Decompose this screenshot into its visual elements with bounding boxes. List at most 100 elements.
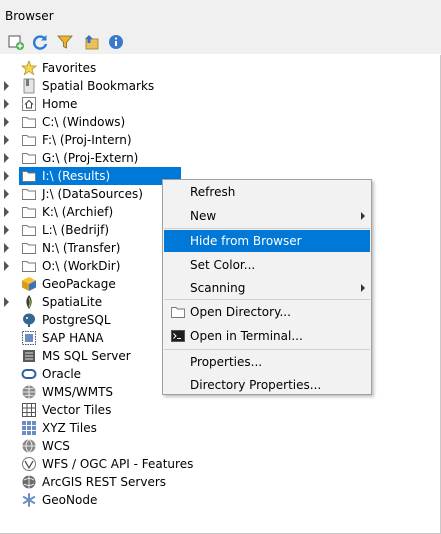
expand-arrow-icon[interactable]	[4, 153, 9, 163]
context-menu-item[interactable]: Open in Terminal...	[164, 325, 370, 347]
refresh-icon	[33, 35, 48, 50]
folder-icon	[21, 168, 37, 184]
tree-item[interactable]: F:\ (Proj-Intern)	[0, 131, 440, 149]
expand-arrow-icon[interactable]	[4, 99, 9, 109]
wms-icon	[21, 384, 37, 400]
tree-item[interactable]: Home	[0, 95, 440, 113]
xyz-tiles-icon	[21, 420, 37, 436]
menu-item-label: Open in Terminal...	[190, 329, 303, 343]
expand-arrow-icon[interactable]	[4, 243, 9, 253]
tree-item-label: K:\ (Archief)	[42, 205, 114, 219]
properties-button[interactable]	[107, 33, 125, 51]
tree-item-label: GeoNode	[42, 493, 98, 507]
tree-item[interactable]: XYZ Tiles	[0, 419, 440, 437]
menu-separator	[164, 228, 370, 229]
tree-item-label: I:\ (Results)	[42, 169, 111, 183]
bookmark-icon	[21, 78, 37, 94]
tree-item-label: PostgreSQL	[42, 313, 111, 327]
menu-item-label: Open Directory...	[190, 305, 291, 319]
expand-arrow-icon[interactable]	[4, 81, 9, 91]
tree-item-label: GeoPackage	[42, 277, 116, 291]
expand-arrow-icon[interactable]	[4, 135, 9, 145]
context-menu-item[interactable]: Hide from Browser	[164, 230, 370, 252]
context-menu-item[interactable]: Open Directory...	[164, 301, 370, 323]
submenu-arrow-icon	[361, 284, 365, 292]
refresh-button[interactable]	[31, 33, 49, 51]
browser-panel-title: Browser	[0, 0, 441, 30]
expand-arrow-icon[interactable]	[4, 189, 9, 199]
tree-item[interactable]: C:\ (Windows)	[0, 113, 440, 131]
tree-item[interactable]: GeoNode	[0, 491, 440, 509]
expand-arrow-icon[interactable]	[4, 117, 9, 127]
sap-hana-icon	[21, 330, 37, 346]
collapse-all-button[interactable]	[82, 33, 100, 51]
menu-item-label: Scanning	[190, 281, 246, 295]
folder-icon	[21, 150, 37, 166]
tree-item-label: Spatial Bookmarks	[42, 79, 155, 93]
menu-item-label: Set Color...	[190, 258, 256, 272]
tree-item[interactable]: Vector Tiles	[0, 401, 440, 419]
tree-item[interactable]: G:\ (Proj-Extern)	[0, 149, 440, 167]
folder-icon	[21, 204, 37, 220]
context-menu-item[interactable]: Set Color...	[164, 254, 370, 276]
context-menu-item[interactable]: New	[164, 205, 370, 227]
tree-item-label: J:\ (DataSources)	[42, 187, 143, 201]
menu-separator	[164, 349, 370, 350]
menu-item-label: Refresh	[190, 185, 236, 199]
wfs-icon	[21, 456, 37, 472]
expand-arrow-icon[interactable]	[4, 261, 9, 271]
tree-item-label: C:\ (Windows)	[42, 115, 126, 129]
tree-item-label: N:\ (Transfer)	[42, 241, 121, 255]
star-icon	[21, 60, 37, 76]
filter-icon	[57, 35, 73, 49]
context-menu-item[interactable]: Properties...	[164, 351, 370, 373]
menu-separator	[164, 299, 370, 300]
expand-arrow-icon[interactable]	[4, 297, 9, 307]
tree-item-label: Favorites	[42, 61, 97, 75]
home-icon	[21, 96, 37, 112]
arcgis-icon	[21, 474, 37, 490]
tree-item[interactable]: ArcGIS REST Servers	[0, 473, 440, 491]
tree-item-label: O:\ (WorkDir)	[42, 259, 121, 273]
submenu-arrow-icon	[361, 212, 365, 220]
tree-item-label: Home	[42, 97, 78, 111]
tree-item-label: MS SQL Server	[42, 349, 131, 363]
context-menu-item[interactable]: Scanning	[164, 277, 370, 299]
context-menu-item[interactable]: Refresh	[164, 181, 370, 203]
context-menu: Refresh New Hide from Browser Set Color... S…	[162, 179, 372, 395]
expand-arrow-icon[interactable]	[4, 207, 9, 217]
tree-item[interactable]: Favorites	[0, 59, 440, 77]
context-menu-item[interactable]: Directory Properties...	[164, 374, 370, 396]
panel-title-text: Browser	[5, 9, 54, 23]
add-selected-layers-button[interactable]	[7, 33, 25, 51]
tree-item-label: Vector Tiles	[42, 403, 112, 417]
tree-item-label: F:\ (Proj-Intern)	[42, 133, 132, 147]
filter-button[interactable]	[56, 33, 74, 51]
tree-item-label: G:\ (Proj-Extern)	[42, 151, 139, 165]
expand-arrow-icon[interactable]	[4, 171, 9, 181]
tree-item[interactable]: WCS	[0, 437, 440, 455]
browser-toolbar	[0, 30, 441, 54]
menu-item-label: Properties...	[190, 355, 263, 369]
tree-item-label: WFS / OGC API - Features	[42, 457, 194, 471]
folder-icon	[21, 240, 37, 256]
tree-item-label: SpatiaLite	[42, 295, 103, 309]
folder-icon	[170, 304, 186, 320]
geonode-icon	[21, 492, 37, 508]
menu-item-label: New	[190, 209, 217, 223]
expand-arrow-icon[interactable]	[4, 225, 9, 235]
folder-icon	[21, 114, 37, 130]
mssql-icon	[21, 348, 37, 364]
spatialite-icon	[21, 294, 37, 310]
folder-icon	[21, 186, 37, 202]
geopackage-icon	[21, 276, 37, 292]
tree-item-label: XYZ Tiles	[42, 421, 97, 435]
tree-item[interactable]: WFS / OGC API - Features	[0, 455, 440, 473]
folder-icon	[21, 258, 37, 274]
postgresql-icon	[21, 312, 37, 328]
tree-item-label: SAP HANA	[42, 331, 104, 345]
folder-icon	[21, 222, 37, 238]
tree-item-label: WCS	[42, 439, 70, 453]
tree-item[interactable]: Spatial Bookmarks	[0, 77, 440, 95]
vector-tiles-icon	[21, 402, 37, 418]
